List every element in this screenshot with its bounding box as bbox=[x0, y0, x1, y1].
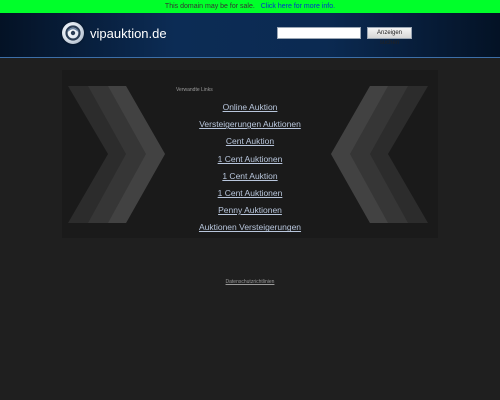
list-item: 1 Cent Auktion bbox=[150, 168, 350, 185]
list-item: 1 Cent Auktionen bbox=[150, 151, 350, 168]
globe-swirl-icon[interactable] bbox=[62, 22, 84, 44]
related-link[interactable]: Penny Auktionen bbox=[218, 205, 282, 215]
related-link[interactable]: 1 Cent Auktionen bbox=[218, 188, 283, 198]
site-title[interactable]: vipauktion.de bbox=[90, 26, 167, 42]
sale-banner: This domain may be for sale. Click here … bbox=[0, 0, 500, 13]
related-link[interactable]: Auktionen Versteigerungen bbox=[199, 222, 301, 232]
related-links-heading: Verwandte Links bbox=[176, 87, 213, 93]
related-link[interactable]: Versteigerungen Auktionen bbox=[199, 119, 301, 129]
related-link[interactable]: Online Auktion bbox=[223, 102, 278, 112]
list-item: Penny Auktionen bbox=[150, 202, 350, 219]
list-item: 1 Cent Auktionen bbox=[150, 185, 350, 202]
privacy-policy-link[interactable]: Datenschutzrichtlinien bbox=[0, 279, 500, 285]
list-item: Auktionen Versteigerungen bbox=[150, 219, 350, 236]
related-link[interactable]: 1 Cent Auktionen bbox=[218, 154, 283, 164]
related-link[interactable]: 1 Cent Auktion bbox=[222, 171, 277, 181]
search-button[interactable]: Anzeigen suchen bbox=[367, 27, 412, 46]
list-item: Versteigerungen Auktionen bbox=[150, 116, 350, 133]
list-item: Cent Auktion bbox=[150, 133, 350, 150]
related-links-list: Online Auktion Versteigerungen Auktionen… bbox=[150, 99, 350, 237]
sale-banner-text: This domain may be for sale. bbox=[164, 3, 255, 10]
header: vipauktion.de Anzeigen suchen bbox=[0, 13, 500, 58]
search-input[interactable] bbox=[277, 27, 361, 39]
sale-info-link[interactable]: Click here for more info. bbox=[261, 3, 335, 10]
page: This domain may be for sale. Click here … bbox=[0, 0, 500, 400]
related-link[interactable]: Cent Auktion bbox=[226, 136, 274, 146]
list-item: Online Auktion bbox=[150, 99, 350, 116]
